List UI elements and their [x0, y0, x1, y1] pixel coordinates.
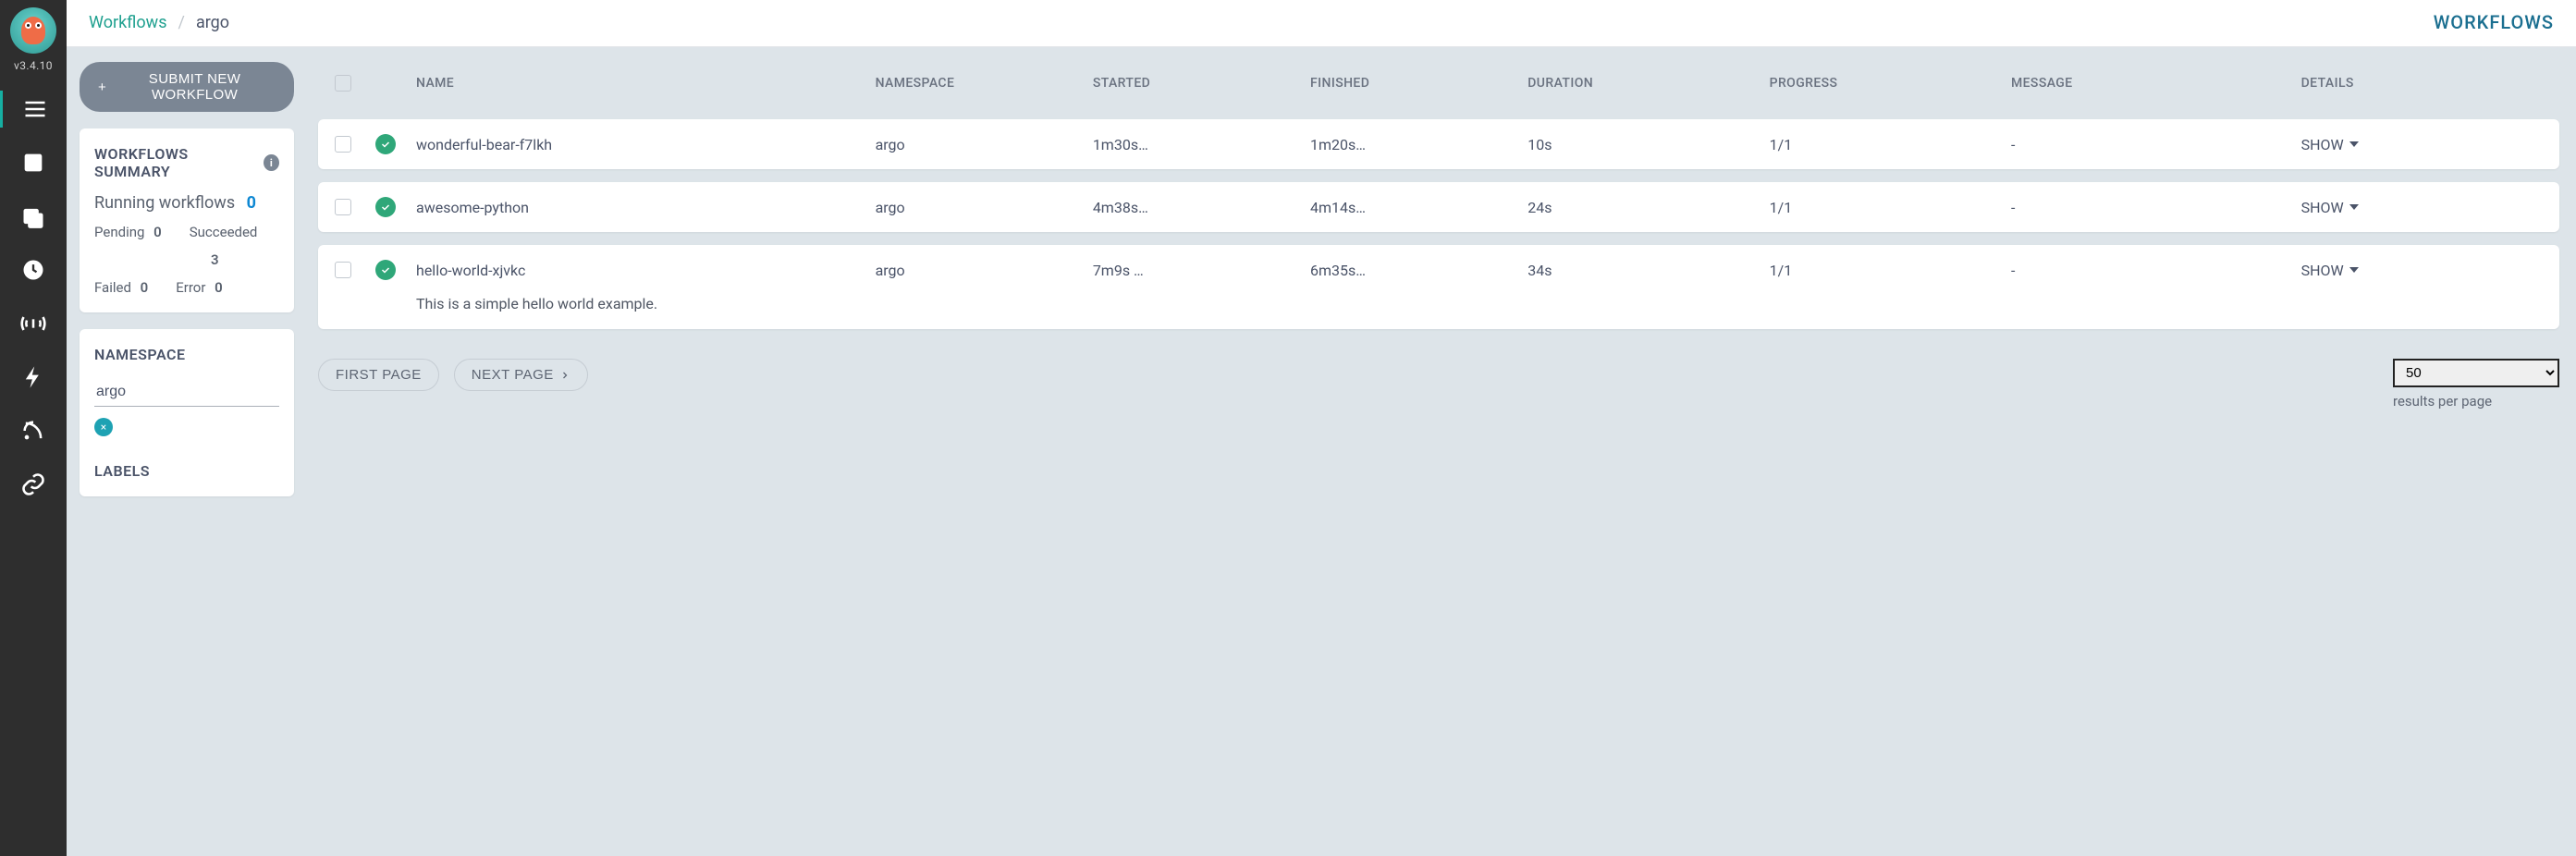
- col-details: DETAILS: [2301, 76, 2543, 91]
- table-header: NAME NAMESPACE STARTED FINISHED DURATION…: [318, 60, 2559, 106]
- nav-stream-icon[interactable]: [0, 412, 67, 449]
- col-name: NAME: [416, 76, 876, 91]
- breadcrumb-root[interactable]: Workflows: [89, 13, 167, 32]
- cell-message: -: [2011, 136, 2301, 153]
- sidebar: v3.4.10: [0, 0, 67, 856]
- failed-label: Failed: [94, 279, 131, 296]
- workflow-table: NAME NAMESPACE STARTED FINISHED DURATION…: [307, 47, 2576, 856]
- running-label: Running workflows: [94, 193, 235, 213]
- cell-name: wonderful-bear-f7lkh: [416, 136, 876, 153]
- row-checkbox[interactable]: [335, 262, 351, 278]
- cell-finished: 1m20s…: [1310, 136, 1527, 153]
- cell-name: hello-world-xjvkc: [416, 262, 876, 279]
- running-value: 0: [247, 193, 256, 213]
- table-row[interactable]: awesome-python argo 4m38s… 4m14s… 24s 1/…: [318, 182, 2559, 232]
- cell-finished: 4m14s…: [1310, 199, 1527, 216]
- succeeded-value: 3: [211, 251, 219, 268]
- cell-progress: 1/1: [1770, 199, 2011, 216]
- info-icon[interactable]: i: [264, 154, 279, 171]
- status-success-icon: [375, 260, 396, 280]
- pagination: FIRST PAGE NEXT PAGE 50 results per page: [318, 359, 2559, 410]
- namespace-input[interactable]: [94, 376, 279, 407]
- breadcrumb: Workflows / argo: [89, 13, 229, 32]
- argo-logo-icon: [10, 7, 56, 54]
- caret-down-icon: [2349, 204, 2359, 210]
- pending-value: 0: [153, 224, 162, 240]
- left-panel: + SUBMIT NEW WORKFLOW WORKFLOWS SUMMARY …: [67, 47, 307, 856]
- first-page-button[interactable]: FIRST PAGE: [318, 359, 439, 391]
- chevron-right-icon: [559, 370, 570, 381]
- nav-clock-icon[interactable]: [0, 251, 67, 288]
- cell-message: -: [2011, 199, 2301, 216]
- labels-title: LABELS: [94, 462, 279, 480]
- cell-duration: 34s: [1527, 262, 1769, 279]
- clear-namespace-icon[interactable]: ×: [94, 418, 113, 436]
- table-row[interactable]: hello-world-xjvkc argo 7m9s … 6m35s… 34s…: [318, 245, 2559, 329]
- breadcrumb-separator: /: [178, 13, 185, 32]
- succeeded-label: Succeeded: [190, 224, 258, 240]
- cell-finished: 6m35s…: [1310, 262, 1527, 279]
- col-progress: PROGRESS: [1770, 76, 2011, 91]
- caret-down-icon: [2349, 141, 2359, 147]
- nav-cron-icon[interactable]: [0, 198, 67, 235]
- next-page-button[interactable]: NEXT PAGE: [454, 359, 588, 391]
- page-title: WORKFLOWS: [2434, 11, 2554, 33]
- caret-down-icon: [2349, 267, 2359, 273]
- main: Workflows / argo WORKFLOWS + SUBMIT NEW …: [67, 0, 2576, 856]
- show-details-button[interactable]: SHOW: [2301, 136, 2359, 153]
- status-success-icon: [375, 134, 396, 154]
- cell-duration: 10s: [1527, 136, 1769, 153]
- cell-started: 1m30s…: [1093, 136, 1310, 153]
- show-details-button[interactable]: SHOW: [2301, 262, 2359, 279]
- table-row[interactable]: wonderful-bear-f7lkh argo 1m30s… 1m20s… …: [318, 119, 2559, 169]
- col-duration: DURATION: [1527, 76, 1769, 91]
- breadcrumb-current: argo: [196, 13, 229, 32]
- cell-namespace: argo: [876, 262, 1093, 279]
- nav-templates-icon[interactable]: [0, 144, 67, 181]
- row-checkbox[interactable]: [335, 136, 351, 153]
- cell-namespace: argo: [876, 136, 1093, 153]
- plus-icon: +: [98, 79, 106, 95]
- cell-started: 4m38s…: [1093, 199, 1310, 216]
- status-success-icon: [375, 197, 396, 217]
- col-message: MESSAGE: [2011, 76, 2301, 91]
- topbar: Workflows / argo WORKFLOWS: [67, 0, 2576, 47]
- row-checkbox[interactable]: [335, 199, 351, 215]
- failed-value: 0: [141, 279, 149, 296]
- submit-workflow-button[interactable]: + SUBMIT NEW WORKFLOW: [80, 62, 294, 112]
- nav-workflows-icon[interactable]: [0, 91, 67, 128]
- error-value: 0: [215, 279, 223, 296]
- col-started: STARTED: [1093, 76, 1310, 91]
- row-description: This is a simple hello world example.: [318, 295, 2559, 329]
- sidebar-nav: [0, 91, 67, 503]
- summary-title: WORKFLOWS SUMMARY: [94, 145, 258, 180]
- cell-progress: 1/1: [1770, 136, 2011, 153]
- col-finished: FINISHED: [1310, 76, 1527, 91]
- content: + SUBMIT NEW WORKFLOW WORKFLOWS SUMMARY …: [67, 47, 2576, 856]
- cell-started: 7m9s …: [1093, 262, 1310, 279]
- namespace-title: NAMESPACE: [94, 346, 279, 363]
- error-label: Error: [176, 279, 205, 296]
- cell-message: -: [2011, 262, 2301, 279]
- select-all-checkbox[interactable]: [335, 75, 351, 92]
- results-per-page-label: results per page: [2393, 393, 2492, 410]
- submit-label: SUBMIT NEW WORKFLOW: [114, 71, 276, 103]
- results-per-page-select[interactable]: 50: [2393, 359, 2559, 387]
- version-label: v3.4.10: [14, 59, 53, 72]
- cell-progress: 1/1: [1770, 262, 2011, 279]
- cell-namespace: argo: [876, 199, 1093, 216]
- pending-label: Pending: [94, 224, 144, 240]
- logo[interactable]: v3.4.10: [10, 7, 56, 72]
- namespace-card: NAMESPACE × LABELS: [80, 329, 294, 496]
- summary-card: WORKFLOWS SUMMARY i Running workflows 0 …: [80, 128, 294, 312]
- cell-duration: 24s: [1527, 199, 1769, 216]
- show-details-button[interactable]: SHOW: [2301, 199, 2359, 216]
- nav-events-icon[interactable]: [0, 359, 67, 396]
- cell-name: awesome-python: [416, 199, 876, 216]
- nav-links-icon[interactable]: [0, 466, 67, 503]
- col-namespace: NAMESPACE: [876, 76, 1093, 91]
- nav-sensors-icon[interactable]: [0, 305, 67, 342]
